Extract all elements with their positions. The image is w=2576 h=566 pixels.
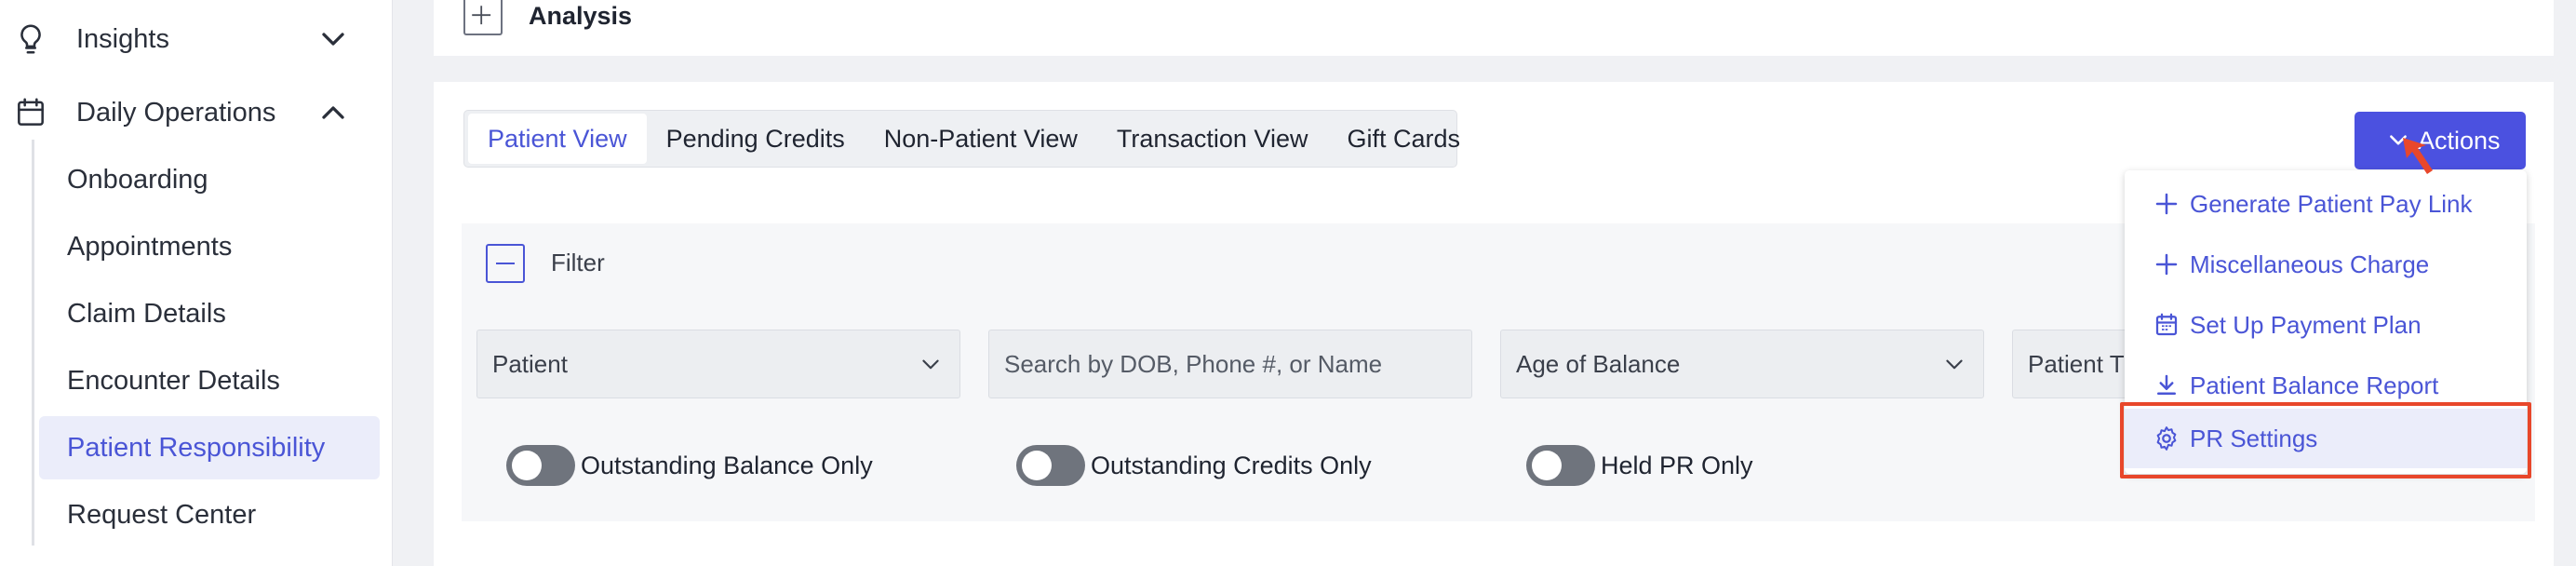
- sidebar-group-insights[interactable]: Insights: [0, 11, 393, 67]
- tab-non-patient-view[interactable]: Non-Patient View: [865, 114, 1097, 164]
- sidebar-item-request-center[interactable]: Request Center: [39, 483, 380, 546]
- tab-gift-cards[interactable]: Gift Cards: [1327, 114, 1480, 164]
- sidebar-item-encounter-details[interactable]: Encounter Details: [39, 349, 380, 412]
- menu-item-label: Set Up Payment Plan: [2190, 310, 2422, 339]
- menu-item-miscellaneous-charge[interactable]: Miscellaneous Charge: [2125, 235, 2527, 294]
- toggle-switch[interactable]: [1526, 445, 1595, 486]
- patient-select[interactable]: Patient: [476, 330, 960, 398]
- sidebar-tree-line: [32, 140, 34, 546]
- plus-icon: [2155, 193, 2178, 215]
- toggle-held-pr[interactable]: Held PR Only: [1526, 443, 1753, 488]
- age-of-balance-select[interactable]: Age of Balance: [1500, 330, 1984, 398]
- chevron-down-icon: [1946, 359, 1963, 370]
- collapse-filter-button[interactable]: [486, 244, 525, 283]
- toggle-knob: [1532, 451, 1562, 480]
- menu-item-patient-balance-report[interactable]: Patient Balance Report: [2125, 356, 2527, 415]
- toggle-label: Outstanding Balance Only: [581, 451, 873, 479]
- tab-pending-credits[interactable]: Pending Credits: [647, 114, 865, 164]
- filter-label: Filter: [551, 249, 605, 276]
- patient-select-value: Patient: [492, 349, 568, 378]
- calendar-icon: [2155, 313, 2178, 336]
- menu-item-generate-patient-pay-link[interactable]: Generate Patient Pay Link: [2125, 174, 2527, 234]
- sidebar-item-onboarding[interactable]: Onboarding: [39, 148, 380, 211]
- patient-type-value: Patient T: [2028, 349, 2125, 378]
- age-of-balance-value: Age of Balance: [1516, 349, 1681, 378]
- search-input[interactable]: Search by DOB, Phone #, or Name: [988, 330, 1472, 398]
- search-input-placeholder: Search by DOB, Phone #, or Name: [1004, 349, 1383, 378]
- toggle-knob: [512, 451, 542, 480]
- analysis-label: Analysis: [529, 2, 633, 30]
- menu-item-label: PR Settings: [2190, 424, 2318, 452]
- toggle-switch[interactable]: [506, 445, 575, 486]
- menu-item-label: Generate Patient Pay Link: [2190, 189, 2473, 218]
- toggle-outstanding-balance[interactable]: Outstanding Balance Only: [506, 443, 873, 488]
- toggle-label: Held PR Only: [1601, 451, 1753, 479]
- view-tabs: Patient View Pending Credits Non-Patient…: [463, 110, 1460, 168]
- menu-item-set-up-payment-plan[interactable]: Set Up Payment Plan: [2125, 295, 2527, 355]
- sidebar-group-label: Insights: [76, 23, 169, 54]
- analysis-panel: Analysis: [434, 0, 2554, 56]
- plus-icon: [472, 6, 491, 25]
- sidebar: Insights Daily Operations Onboarding App…: [0, 0, 393, 566]
- expand-analysis-button[interactable]: [463, 0, 503, 35]
- sidebar-item-claim-details[interactable]: Claim Details: [39, 282, 380, 345]
- toggle-label: Outstanding Credits Only: [1091, 451, 1372, 479]
- gear-icon: [2156, 426, 2177, 451]
- tab-patient-view[interactable]: Patient View: [468, 114, 647, 164]
- toggle-switch[interactable]: [1016, 445, 1085, 486]
- sidebar-item-appointments[interactable]: Appointments: [39, 215, 380, 278]
- lightbulb-icon: [20, 24, 41, 54]
- tab-transaction-view[interactable]: Transaction View: [1097, 114, 1328, 164]
- sidebar-item-patient-responsibility[interactable]: Patient Responsibility: [39, 416, 380, 479]
- menu-item-pr-settings[interactable]: PR Settings: [2125, 409, 2527, 468]
- pointer-arrow-icon: [2403, 138, 2433, 174]
- chevron-down-icon[interactable]: [315, 20, 352, 58]
- menu-item-label: Miscellaneous Charge: [2190, 249, 2430, 278]
- toggle-knob: [1022, 451, 1052, 480]
- toggle-outstanding-credits[interactable]: Outstanding Credits Only: [1016, 443, 1372, 488]
- download-icon: [2157, 374, 2176, 395]
- plus-icon: [2155, 253, 2178, 276]
- chevron-up-icon[interactable]: [315, 94, 352, 131]
- menu-item-label: Patient Balance Report: [2190, 371, 2439, 399]
- sidebar-group-daily-operations[interactable]: Daily Operations: [0, 85, 393, 141]
- chevron-down-icon: [922, 359, 939, 370]
- calendar-icon: [18, 98, 44, 126]
- sidebar-group-label: Daily Operations: [76, 97, 276, 128]
- actions-menu: Generate Patient Pay Link Miscellaneous …: [2125, 170, 2527, 474]
